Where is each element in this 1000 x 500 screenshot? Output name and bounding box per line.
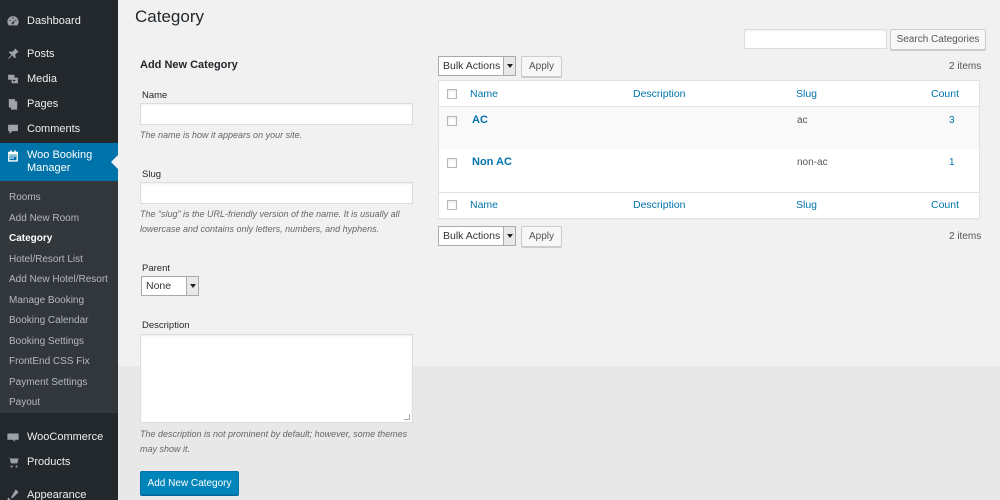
woocommerce-icon	[6, 430, 20, 444]
category-count-link[interactable]: 3	[949, 115, 955, 126]
column-header-description[interactable]: Description	[633, 88, 686, 100]
submenu-item-add-new-room[interactable]: Add New Room	[0, 209, 118, 230]
column-footer-name[interactable]: Name	[470, 199, 498, 211]
description-help: The description is not prominent by defa…	[140, 429, 408, 454]
description-textarea[interactable]	[140, 334, 413, 423]
chevron-down-icon	[503, 57, 515, 75]
resize-grip-icon[interactable]	[404, 414, 410, 420]
column-footer-description[interactable]: Description	[633, 199, 686, 211]
pages-icon	[6, 97, 20, 111]
search-categories-button[interactable]: Search Categories	[890, 29, 986, 50]
slug-label: Slug	[142, 169, 162, 180]
dashboard-icon	[6, 14, 20, 28]
apply-button-top[interactable]: Apply	[521, 56, 562, 77]
row-checkbox[interactable]	[447, 158, 457, 168]
name-help: The name is how it appears on your site.	[140, 130, 303, 140]
category-name-link[interactable]: Non AC	[472, 156, 512, 168]
menu-label: WooCommerce	[27, 430, 104, 443]
parent-label: Parent	[142, 263, 170, 274]
bulk-actions-value: Bulk Actions	[443, 230, 501, 242]
row-checkbox[interactable]	[447, 116, 457, 126]
menu-label: Dashboard	[27, 14, 81, 27]
menu-label: Comments	[27, 122, 81, 135]
submenu-item-payout[interactable]: Payout	[0, 393, 118, 414]
menu-label: Appearance	[27, 488, 87, 500]
menu-item-dashboard[interactable]: Dashboard	[0, 8, 118, 33]
form-heading: Add New Category	[140, 59, 238, 71]
active-menu-arrow	[111, 155, 118, 169]
chevron-down-icon	[186, 277, 198, 295]
submenu-item-rooms[interactable]: Rooms	[0, 188, 118, 209]
menu-item-products[interactable]: Products	[0, 449, 118, 474]
categories-table: Name Description Slug Count AC ac 3 Non …	[438, 80, 980, 219]
bulk-actions-select-top[interactable]: Bulk Actions	[438, 56, 516, 76]
menu-item-pages[interactable]: Pages	[0, 91, 118, 116]
submenu-item-booking-calendar[interactable]: Booking Calendar	[0, 311, 118, 332]
submenu-item-payment-settings[interactable]: Payment Settings	[0, 373, 118, 394]
calendar-icon	[6, 149, 20, 163]
menu-label: Products	[27, 455, 71, 468]
slug-help: The “slug” is the URL-friendly version o…	[140, 209, 400, 234]
table-footer: Name Description Slug Count	[439, 192, 979, 218]
description-label: Description	[142, 320, 190, 331]
bulk-actions-value: Bulk Actions	[443, 60, 501, 72]
column-header-slug[interactable]: Slug	[796, 88, 817, 100]
media-icon	[6, 72, 20, 86]
parent-select[interactable]: None	[141, 276, 199, 296]
menu-item-woocommerce[interactable]: WooCommerce	[0, 424, 118, 449]
category-name-link[interactable]: AC	[472, 114, 488, 126]
column-header-name[interactable]: Name	[470, 88, 498, 100]
item-count-top: 2 items	[949, 61, 982, 72]
bulk-actions-select-bottom[interactable]: Bulk Actions	[438, 226, 516, 246]
submenu-item-add-new-hotel-resort[interactable]: Add New Hotel/Resort	[0, 270, 118, 291]
select-all-checkbox[interactable]	[447, 89, 457, 99]
submenu-item-booking-settings[interactable]: Booking Settings	[0, 332, 118, 353]
apply-button-bottom[interactable]: Apply	[521, 226, 562, 247]
submenu-item-manage-booking[interactable]: Manage Booking	[0, 291, 118, 312]
add-new-category-button[interactable]: Add New Category	[140, 471, 239, 495]
submenu-item-hotel-resort-list[interactable]: Hotel/Resort List	[0, 250, 118, 271]
appearance-icon	[6, 488, 20, 500]
menu-label: Media	[27, 72, 57, 85]
name-label: Name	[142, 90, 168, 101]
submenu-item-category[interactable]: Category	[0, 229, 118, 250]
pin-icon	[6, 47, 20, 61]
menu-item-woo-booking-manager[interactable]: Woo Booking Manager	[0, 143, 118, 181]
menu-item-appearance[interactable]: Appearance	[0, 482, 118, 500]
comment-icon	[6, 122, 20, 136]
column-header-count[interactable]: Count	[931, 88, 959, 100]
menu-label: Woo Booking Manager	[27, 149, 93, 174]
item-count-bottom: 2 items	[949, 231, 982, 242]
column-footer-slug[interactable]: Slug	[796, 199, 817, 211]
table-row: AC ac 3	[439, 107, 979, 149]
menu-item-media[interactable]: Media	[0, 66, 118, 91]
products-icon	[6, 455, 20, 469]
table-header: Name Description Slug Count	[439, 81, 979, 107]
page-title: Category	[135, 7, 204, 26]
table-row: Non AC non-ac 1	[439, 149, 979, 191]
submenu: Rooms Add New Room Category Hotel/Resort…	[0, 181, 118, 413]
category-slug: non-ac	[797, 157, 828, 168]
name-input[interactable]	[140, 103, 413, 125]
category-count-link[interactable]: 1	[949, 157, 955, 168]
admin-sidebar: Dashboard Posts Media Pages Comments Woo…	[0, 0, 118, 500]
chevron-down-icon	[503, 227, 515, 245]
select-all-checkbox-footer[interactable]	[447, 200, 457, 210]
parent-select-value: None	[146, 280, 172, 292]
category-slug: ac	[797, 115, 808, 126]
slug-input[interactable]	[140, 182, 413, 204]
column-footer-count[interactable]: Count	[931, 199, 959, 211]
menu-item-comments[interactable]: Comments	[0, 116, 118, 141]
submenu-item-frontend-css-fix[interactable]: FrontEnd CSS Fix	[0, 352, 118, 373]
menu-label: Posts	[27, 47, 55, 60]
menu-item-posts[interactable]: Posts	[0, 41, 118, 66]
menu-label: Pages	[27, 97, 59, 110]
search-categories-input[interactable]	[744, 29, 887, 49]
